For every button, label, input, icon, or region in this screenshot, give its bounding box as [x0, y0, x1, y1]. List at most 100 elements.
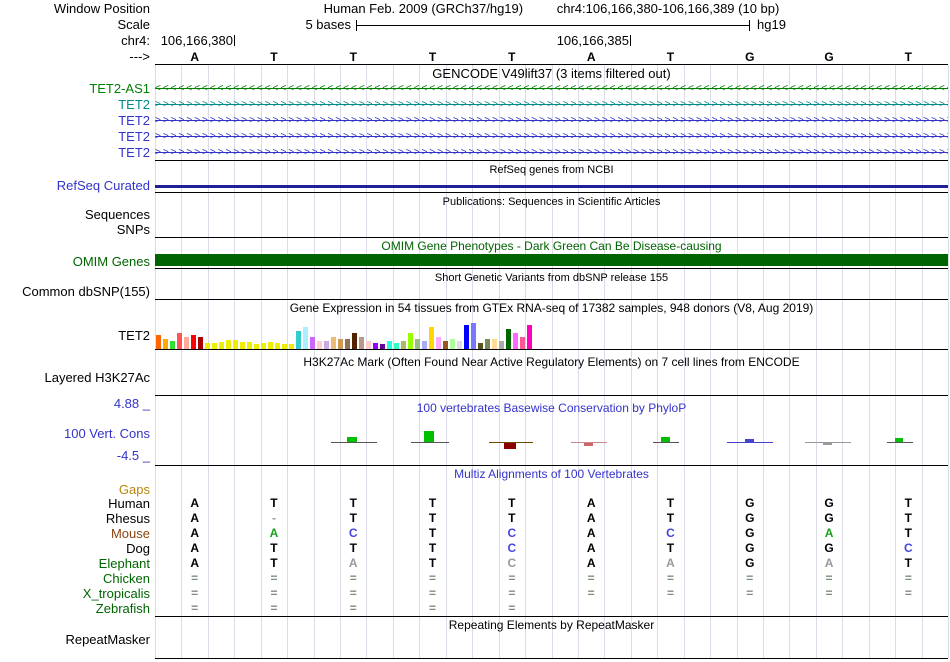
gtex-tissue-bar[interactable] — [324, 341, 329, 349]
gtex-tissue-bar[interactable] — [282, 344, 287, 349]
gtex-tissue-bar[interactable] — [338, 339, 343, 349]
gtex-tissue-bar[interactable] — [443, 341, 448, 349]
gtex-tissue-bar[interactable] — [240, 342, 245, 349]
gencode-transcript-label[interactable]: TET2 — [0, 98, 150, 111]
gtex-tissue-bar[interactable] — [478, 343, 483, 349]
track-separator — [155, 395, 948, 396]
gtex-tissue-bar[interactable] — [303, 327, 308, 349]
gencode-transcript[interactable]: >>>>>>>>>>>>>>>>>>>>>>>>>>>>>>>>>>>>>>>>… — [155, 130, 948, 143]
multiz-base: = — [666, 586, 674, 600]
gtex-tissue-bar[interactable] — [422, 341, 427, 349]
h3k27ac-label[interactable]: Layered H3K27Ac — [0, 371, 150, 384]
refseq-gene-line[interactable] — [155, 185, 948, 188]
gtex-tissue-bar[interactable] — [436, 337, 441, 349]
multiz-base: T — [508, 496, 516, 510]
repeatmasker-label[interactable]: RepeatMasker — [0, 633, 150, 646]
multiz-base: T — [666, 496, 675, 510]
omim-gene-bar[interactable] — [155, 254, 948, 266]
omim-genes-label[interactable]: OMIM Genes — [0, 255, 150, 268]
gtex-tissue-bar[interactable] — [177, 333, 182, 349]
gtex-tissue-bar[interactable] — [310, 337, 315, 349]
gtex-tissue-bar[interactable] — [415, 339, 420, 349]
gtex-tissue-bar[interactable] — [317, 341, 322, 349]
track-separator — [155, 237, 948, 238]
gtex-tissue-bar[interactable] — [464, 325, 469, 349]
multiz-species-label[interactable]: X_tropicalis — [0, 587, 150, 600]
multiz-species-label[interactable]: Zebrafish — [0, 602, 150, 615]
multiz-base: C — [507, 541, 517, 555]
multiz-base: = — [825, 571, 833, 585]
gencode-transcript-label[interactable]: TET2-AS1 — [0, 82, 150, 95]
gencode-transcript-label[interactable]: TET2 — [0, 146, 150, 159]
gtex-tissue-bar[interactable] — [198, 337, 203, 349]
gtex-tissue-bar[interactable] — [226, 340, 231, 349]
gtex-tissue-bar[interactable] — [296, 331, 301, 349]
phylop-track-label[interactable]: 100 Vert. Cons — [0, 427, 150, 440]
gtex-tissue-bar[interactable] — [527, 325, 532, 349]
gtex-tissue-bar[interactable] — [261, 343, 266, 349]
gtex-tissue-bar[interactable] — [366, 341, 371, 349]
gtex-tissue-bar[interactable] — [268, 342, 273, 349]
gtex-tissue-bar[interactable] — [506, 329, 511, 349]
multiz-base: = — [270, 601, 278, 615]
gtex-tissue-bar[interactable] — [429, 327, 434, 349]
gencode-transcript[interactable]: >>>>>>>>>>>>>>>>>>>>>>>>>>>>>>>>>>>>>>>>… — [155, 146, 948, 159]
multiz-species-label[interactable]: Chicken — [0, 572, 150, 585]
multiz-species-label[interactable]: Human — [0, 497, 150, 510]
gtex-tissue-bar[interactable] — [289, 344, 294, 349]
gtex-tissue-bar[interactable] — [380, 344, 385, 349]
gtex-tissue-bar[interactable] — [275, 343, 280, 349]
refseq-curated-label[interactable]: RefSeq Curated — [0, 179, 150, 192]
snps-label[interactable]: SNPs — [0, 223, 150, 236]
gencode-transcript[interactable]: <<<<<<<<<<<<<<<<<<<<<<<<<<<<<<<<<<<<<<<<… — [155, 82, 948, 95]
gtex-tissue-bar[interactable] — [219, 342, 224, 349]
gtex-tissue-bar[interactable] — [163, 339, 168, 349]
gtex-tissue-bar[interactable] — [513, 333, 518, 349]
multiz-base: A — [586, 541, 596, 555]
gtex-tissue-bar[interactable] — [254, 344, 259, 349]
gaps-label[interactable]: Gaps — [0, 483, 150, 496]
gtex-gene-label[interactable]: TET2 — [0, 329, 150, 342]
gtex-tissue-bar[interactable] — [450, 339, 455, 349]
gtex-tissue-bar[interactable] — [373, 343, 378, 349]
gencode-transcript-label[interactable]: TET2 — [0, 130, 150, 143]
sequences-label[interactable]: Sequences — [0, 208, 150, 221]
multiz-species-label[interactable]: Elephant — [0, 557, 150, 570]
gtex-tissue-bar[interactable] — [359, 337, 364, 349]
scale-bar — [356, 25, 750, 26]
multiz-base: = — [746, 586, 754, 600]
ruler-base: T — [349, 50, 357, 64]
dbsnp-label[interactable]: Common dbSNP(155) — [0, 285, 150, 298]
gtex-tissue-bar[interactable] — [233, 340, 238, 349]
gtex-tissue-bar[interactable] — [191, 335, 196, 349]
gencode-transcript-label[interactable]: TET2 — [0, 114, 150, 127]
gtex-tissue-bar[interactable] — [457, 341, 462, 349]
gtex-tissue-bar[interactable] — [520, 337, 525, 349]
gtex-tissue-bar[interactable] — [499, 341, 504, 349]
multiz-species-label[interactable]: Mouse — [0, 527, 150, 540]
multiz-base: = — [429, 586, 437, 600]
gtex-tissue-bar[interactable] — [212, 343, 217, 349]
gtex-tissue-bar[interactable] — [345, 339, 350, 349]
gencode-transcript[interactable]: >>>>>>>>>>>>>>>>>>>>>>>>>>>>>>>>>>>>>>>>… — [155, 114, 948, 127]
gtex-tissue-bar[interactable] — [394, 343, 399, 349]
gtex-tissue-bar[interactable] — [156, 335, 161, 349]
multiz-species-label[interactable]: Dog — [0, 542, 150, 555]
multiz-base: A — [190, 541, 199, 555]
multiz-species-label[interactable]: Rhesus — [0, 512, 150, 525]
gtex-tissue-bar[interactable] — [331, 337, 336, 349]
gtex-tissue-bar[interactable] — [485, 339, 490, 349]
gtex-tissue-bar[interactable] — [170, 341, 175, 349]
multiz-base: G — [745, 526, 755, 540]
gtex-tissue-bar[interactable] — [247, 342, 252, 349]
gencode-transcript[interactable]: >>>>>>>>>>>>>>>>>>>>>>>>>>>>>>>>>>>>>>>>… — [155, 98, 948, 111]
gtex-tissue-bar[interactable] — [352, 333, 357, 349]
gtex-tissue-bar[interactable] — [471, 323, 476, 349]
gtex-tissue-bar[interactable] — [205, 343, 210, 349]
gtex-tissue-bar[interactable] — [408, 333, 413, 349]
chrom-label: chr4: — [121, 33, 150, 48]
gtex-tissue-bar[interactable] — [387, 341, 392, 349]
gtex-tissue-bar[interactable] — [492, 339, 497, 349]
gtex-tissue-bar[interactable] — [401, 341, 406, 349]
gtex-tissue-bar[interactable] — [184, 337, 189, 349]
